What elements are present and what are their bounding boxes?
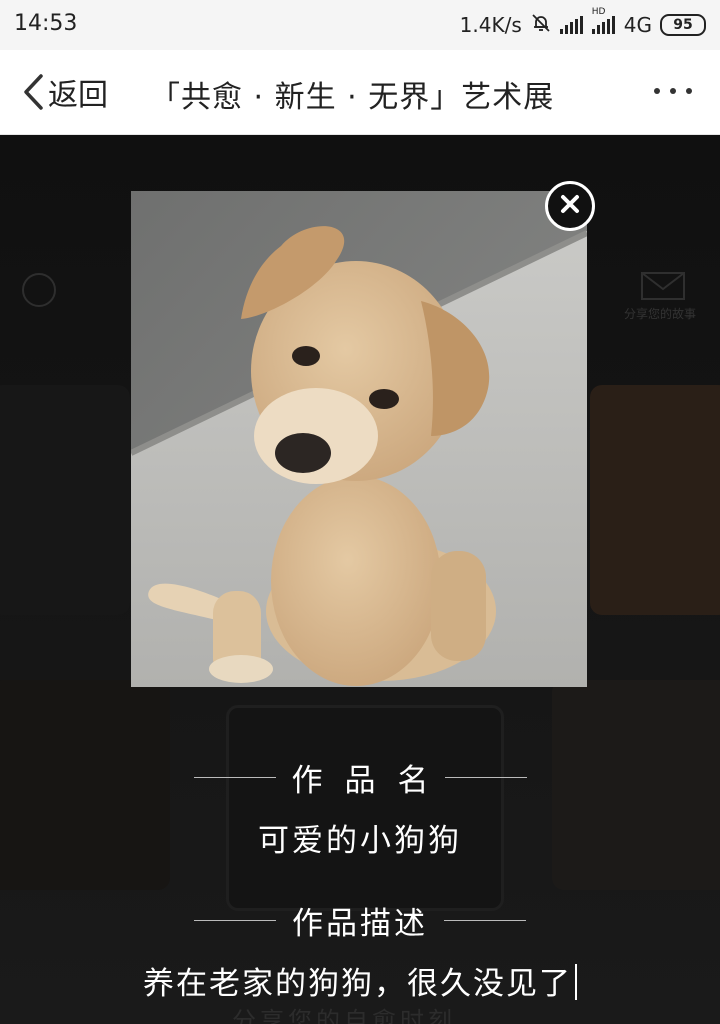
envelope-icon — [640, 271, 686, 305]
background-footer-text: 分享您的自愈时刻 — [232, 1007, 456, 1024]
background-card — [590, 385, 720, 615]
screen: 14:53 1.4K/s HD 4G 95 返回 「共愈 · 新生 · 无界」艺… — [0, 0, 720, 1024]
status-indicators: 1.4K/s HD 4G 95 — [459, 7, 706, 39]
status-time: 14:53 — [14, 11, 78, 36]
signal-icon-2 — [591, 16, 616, 34]
work-name-heading: 作品名 — [0, 755, 720, 800]
divider-line — [193, 777, 276, 778]
divider-line — [444, 777, 527, 778]
work-name-heading-label: 作品名 — [291, 763, 451, 799]
envelope-label: 分享您的故事 — [624, 307, 697, 321]
back-label: 返回 — [48, 78, 108, 113]
signal-icon — [559, 16, 584, 34]
chevron-left-icon — [22, 72, 44, 112]
status-bar: 14:53 1.4K/s HD 4G 95 — [0, 0, 720, 50]
more-dots-icon[interactable] — [654, 88, 692, 94]
puppy-photo — [131, 191, 587, 687]
net-speed: 1.4K/s — [459, 13, 522, 37]
close-button[interactable] — [545, 181, 595, 231]
work-description-heading-label: 作品描述 — [292, 906, 428, 942]
battery-icon: 95 — [660, 14, 706, 36]
title-bar: 返回 「共愈 · 新生 · 无界」艺术展 — [0, 50, 720, 135]
work-description-text: 养在老家的狗狗，很久没见了 — [143, 966, 572, 1002]
divider-line — [194, 920, 276, 921]
background-back-icon — [22, 273, 56, 307]
text-cursor — [575, 964, 577, 1000]
network-type: 4G — [623, 13, 652, 37]
divider-line — [444, 920, 526, 921]
mute-bell-icon — [530, 12, 552, 39]
battery-level: 95 — [673, 17, 693, 33]
background-card — [226, 705, 504, 911]
close-icon — [560, 194, 580, 218]
work-description-field[interactable]: 养在老家的狗狗，很久没见了 — [0, 958, 720, 1003]
back-button[interactable]: 返回 — [22, 70, 108, 114]
background-card — [0, 385, 130, 615]
page-title: 「共愈 · 新生 · 无界」艺术展 — [150, 80, 555, 115]
work-description-heading: 作品描述 — [0, 898, 720, 943]
work-name-value: 可爱的小狗狗 — [258, 823, 462, 859]
